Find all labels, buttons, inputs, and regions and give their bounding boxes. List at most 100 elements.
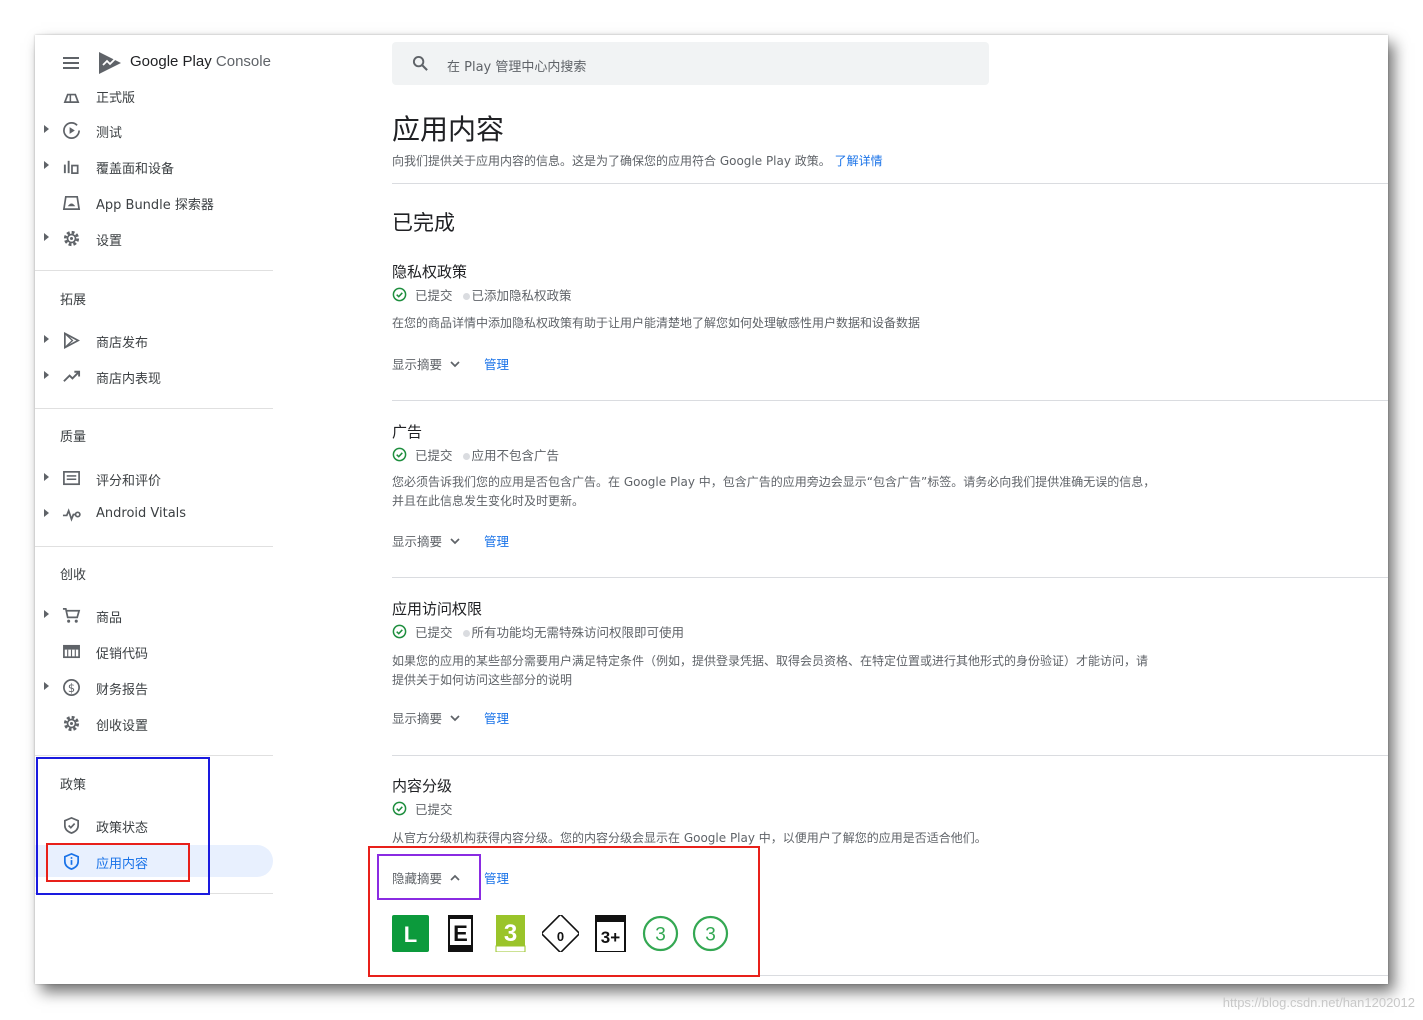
play-store-icon [63, 331, 80, 350]
status-line: 已提交 所有功能均无需特殊访问权限即可使用 [392, 622, 684, 641]
sidebar-item-app-bundle[interactable]: App Bundle 探索器 [35, 186, 273, 218]
expand-caret-icon[interactable] [44, 125, 49, 133]
sidebar-item-label: 政策状态 [96, 821, 149, 836]
card-actions: 显示摘要 管理 [392, 708, 509, 727]
cart-icon [62, 607, 81, 623]
section-divider [392, 400, 1388, 401]
trending-up-icon [63, 370, 81, 382]
manage-link[interactable]: 管理 [484, 354, 509, 373]
sidebar-item-promo-codes[interactable]: 促销代码 [35, 635, 273, 667]
gear-icon [63, 715, 80, 732]
sidebar-item-android-vitals[interactable]: Android Vitals [35, 498, 273, 530]
manage-link[interactable]: 管理 [484, 708, 509, 727]
shield-info-icon [63, 852, 80, 871]
show-summary-button[interactable]: 显示摘要 [392, 531, 462, 550]
show-summary-button[interactable]: 显示摘要 [392, 354, 462, 373]
classind-rating-icon: L [392, 914, 429, 952]
usk-rating-icon: 0 [542, 914, 579, 952]
sidebar-item-reach[interactable]: 覆盖面和设备 [35, 150, 273, 182]
status-submitted: 已提交 [415, 802, 453, 817]
expand-caret-icon[interactable] [44, 682, 49, 690]
section-divider [392, 975, 1388, 976]
shield-check-icon [63, 816, 80, 835]
manage-link[interactable]: 管理 [484, 868, 509, 887]
check-circle-icon [392, 287, 407, 302]
sidebar-item-app-content[interactable]: 应用内容 [35, 845, 273, 877]
card-actions: 显示摘要 管理 [392, 354, 509, 373]
sidebar-item-label: 商店内表现 [96, 372, 162, 387]
reviews-icon [63, 470, 80, 486]
expand-caret-icon[interactable] [44, 610, 49, 618]
section-divider [392, 577, 1388, 578]
manage-link[interactable]: 管理 [484, 531, 509, 550]
rating-badges: L E 3 0 3+ 3 3 [392, 913, 742, 953]
section-title-monetize: 创收 [60, 568, 87, 583]
brand-title: Google Play Console [130, 53, 271, 70]
sidebar-divider [35, 408, 273, 409]
sidebar-item-label: 财务报告 [96, 683, 149, 698]
hamburger-menu-icon[interactable] [61, 54, 81, 70]
svg-text:$: $ [68, 681, 75, 695]
expand-caret-icon[interactable] [44, 473, 49, 481]
section-title-policy: 政策 [60, 778, 87, 793]
completed-heading: 已完成 [392, 211, 455, 235]
card-actions: 显示摘要 管理 [392, 531, 509, 550]
generic-rating-label: 3 [655, 924, 666, 945]
sidebar-item-label: 测试 [96, 126, 123, 141]
check-circle-icon [392, 447, 407, 462]
expand-caret-icon[interactable] [44, 161, 49, 169]
status-submitted: 已提交 [415, 448, 453, 463]
card-title-content-rating: 内容分级 [392, 777, 453, 795]
generic-rating-label: 3 [705, 924, 716, 945]
expand-caret-icon[interactable] [44, 371, 49, 379]
status-note: 应用不包含广告 [471, 448, 560, 463]
chevron-down-icon [450, 537, 460, 544]
learn-more-link[interactable]: 了解详情 [835, 154, 883, 168]
esrb-rating-icon: E [448, 914, 473, 952]
card-description: 在您的商品详情中添加隐私权政策有助于让用户能清楚地了解您如何处理敏感性用户数据和… [392, 316, 921, 330]
search-icon [412, 55, 428, 71]
search-bar[interactable]: 在 Play 管理中心内搜索 [392, 42, 989, 85]
status-line: 已提交 应用不包含广告 [392, 445, 559, 464]
chevron-down-icon [450, 360, 460, 367]
usk-rating-label: 0 [557, 929, 564, 944]
sidebar-item-label: 应用内容 [96, 857, 149, 872]
sidebar-item-label: 商店发布 [96, 336, 149, 351]
generic-rating-icon: 3 [642, 915, 679, 951]
hide-summary-button[interactable]: 隐藏摘要 [392, 868, 462, 887]
card-title-privacy-policy: 隐私权政策 [392, 263, 468, 281]
sidebar-item-label: 创收设置 [96, 719, 149, 734]
sidebar-item-label: 覆盖面和设备 [96, 162, 175, 177]
expand-caret-icon[interactable] [44, 233, 49, 241]
card-description: 您必须告诉我们您的应用是否包含广告。在 Google Play 中，包含广告的应… [392, 475, 1156, 508]
sidebar-item-settings[interactable]: 设置 [35, 222, 273, 254]
card-description: 从官方分级机构获得内容分级。您的内容分级会显示在 Google Play 中，以… [392, 831, 987, 845]
status-note: 已添加隐私权政策 [471, 288, 572, 303]
card-description: 如果您的应用的某些部分需要用户满足特定条件（例如，提供登录凭据、取得会员资格、在… [392, 654, 1149, 687]
play-console-logo [99, 52, 121, 74]
iarc-rating-icon: 3+ [595, 914, 626, 952]
status-line: 已提交 已添加隐私权政策 [392, 285, 572, 304]
expand-caret-icon[interactable] [44, 335, 49, 343]
sidebar-item-financial-reports[interactable]: $ 财务报告 [35, 671, 273, 703]
sidebar-item-ratings-reviews[interactable]: 评分和评价 [35, 462, 273, 494]
sidebar-item-label: App Bundle 探索器 [96, 198, 214, 213]
status-submitted: 已提交 [415, 625, 453, 640]
chevron-up-icon [450, 874, 460, 881]
sidebar-item-policy-status[interactable]: 政策状态 [35, 809, 273, 841]
sidebar-item-store-performance[interactable]: 商店内表现 [35, 360, 273, 392]
sidebar-item-products[interactable]: 商品 [35, 599, 273, 631]
sidebar-item-testing[interactable]: 测试 [35, 114, 273, 146]
sidebar-item-monetization-setup[interactable]: 创收设置 [35, 707, 273, 739]
gear-icon [63, 230, 80, 247]
sidebar-item-label: Android Vitals [96, 506, 187, 521]
page-title: 应用内容 [392, 113, 505, 146]
promo-code-icon [63, 644, 80, 659]
android-box-icon [62, 195, 81, 211]
sidebar-item-store-presence[interactable]: 商店发布 [35, 324, 273, 356]
section-title-quality: 质量 [60, 430, 87, 445]
expand-caret-icon[interactable] [44, 509, 49, 517]
sidebar-divider [35, 270, 273, 271]
search-input[interactable]: 在 Play 管理中心内搜索 [447, 56, 586, 75]
show-summary-button[interactable]: 显示摘要 [392, 708, 462, 727]
